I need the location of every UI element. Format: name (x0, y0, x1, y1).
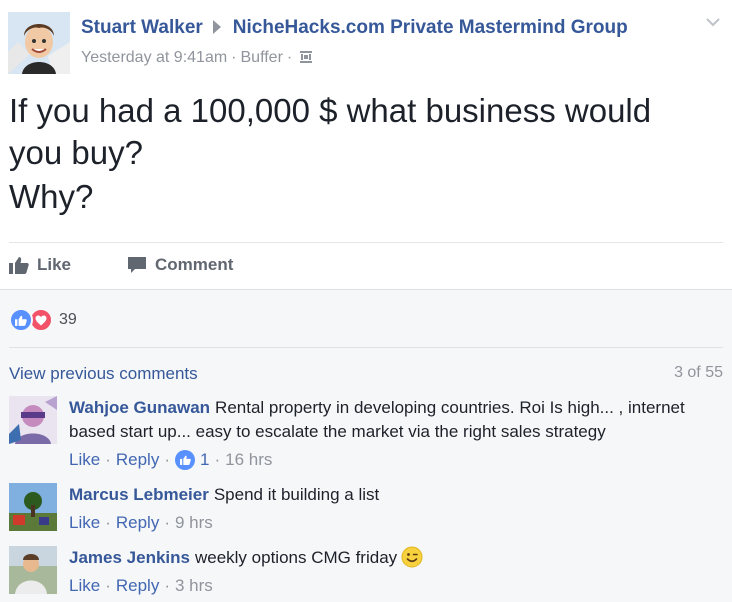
reactions-summary[interactable]: 39 (9, 308, 77, 332)
comment-count-label: 3 of 55 (674, 364, 723, 381)
post-title-line: Stuart Walker NicheHacks.com Private Mast… (81, 17, 628, 39)
post-text-line: If you had a 100,000 $ what business wou… (9, 92, 652, 129)
post-body: If you had a 100,000 $ what business wou… (9, 90, 724, 218)
view-previous-comments-link[interactable]: View previous comments (9, 364, 198, 384)
comment-like-count[interactable]: 1 (200, 448, 209, 472)
comment-actions: Like · Reply · 9 hrs (69, 511, 724, 535)
comment-reply-link[interactable]: Reply (116, 574, 159, 598)
comment-like-link[interactable]: Like (69, 574, 100, 598)
post-text-line: Why? (9, 178, 94, 215)
group-link[interactable]: NicheHacks.com Private Mastermind Group (233, 17, 628, 38)
like-button-label: Like (37, 255, 72, 274)
commenter-avatar[interactable] (9, 483, 57, 531)
commenter-name[interactable]: Wahjoe Gunawan (69, 398, 210, 417)
comments-section: 39 View previous comments 3 of 55 Wahjoe… (0, 289, 732, 602)
action-separator: · (105, 450, 111, 469)
like-button[interactable]: Like (9, 255, 71, 275)
comment-bubble-icon (128, 257, 146, 273)
comment-reply-link[interactable]: Reply (116, 511, 159, 535)
commenter-name[interactable]: Marcus Lebmeier (69, 485, 209, 504)
comment-reply-link[interactable]: Reply (116, 448, 159, 472)
comment-button-label: Comment (155, 255, 234, 274)
post-meta: Yesterday at 9:41am · Buffer · (81, 49, 313, 67)
action-separator: · (164, 513, 170, 532)
action-separator: · (164, 576, 170, 595)
action-separator: · (105, 576, 111, 595)
commenter-name[interactable]: James Jenkins (69, 548, 190, 567)
action-separator: · (164, 450, 170, 469)
post-timestamp[interactable]: Yesterday at 9:41am (81, 49, 227, 66)
divider (9, 347, 723, 348)
chevron-down-icon[interactable] (706, 17, 720, 27)
post-header: Stuart Walker NicheHacks.com Private Mast… (0, 0, 732, 80)
comment-time[interactable]: 3 hrs (175, 574, 213, 598)
commenter-avatar[interactable] (9, 396, 57, 444)
comment-body: James Jenkins weekly options CMG friday L… (69, 546, 724, 598)
commenter-avatar[interactable] (9, 546, 57, 594)
author-avatar[interactable] (8, 12, 70, 74)
wink-emoji-icon (401, 546, 423, 568)
comment-body: Marcus Lebmeier Spend it building a list … (69, 483, 724, 535)
comment-actions: Like · Reply · 1 · 16 hrs (69, 448, 724, 472)
arrow-right-icon (212, 20, 221, 34)
group-privacy-icon[interactable] (299, 50, 313, 64)
action-separator: · (214, 450, 221, 469)
comment-actions: Like · Reply · 3 hrs (69, 574, 724, 598)
like-reaction-icon[interactable] (175, 450, 195, 470)
post-action-bar: Like Comment (0, 243, 732, 289)
comment-like-link[interactable]: Like (69, 448, 100, 472)
comment-text-block: James Jenkins weekly options CMG friday (69, 546, 724, 570)
meta-separator: · (286, 49, 293, 66)
comment-like-link[interactable]: Like (69, 511, 100, 535)
comment-time[interactable]: 16 hrs (225, 448, 272, 472)
comment-text: Spend it building a list (213, 485, 380, 504)
comment-button[interactable]: Comment (127, 255, 732, 275)
reaction-count: 39 (59, 311, 77, 328)
like-reaction-icon (9, 308, 33, 332)
action-separator: · (105, 513, 111, 532)
comment-text-block: Wahjoe Gunawan Rental property in develop… (69, 396, 724, 444)
thumbs-up-icon (9, 257, 29, 274)
comment-text-block: Marcus Lebmeier Spend it building a list (69, 483, 724, 507)
post-author-link[interactable]: Stuart Walker (81, 17, 203, 38)
post-text-line: you buy? (9, 134, 143, 171)
post-via-app[interactable]: Buffer (241, 49, 283, 66)
comment-text: weekly options CMG friday (194, 548, 398, 567)
meta-separator: · (231, 49, 237, 66)
comment-body: Wahjoe Gunawan Rental property in develop… (69, 396, 724, 472)
comment-time[interactable]: 9 hrs (175, 511, 213, 535)
